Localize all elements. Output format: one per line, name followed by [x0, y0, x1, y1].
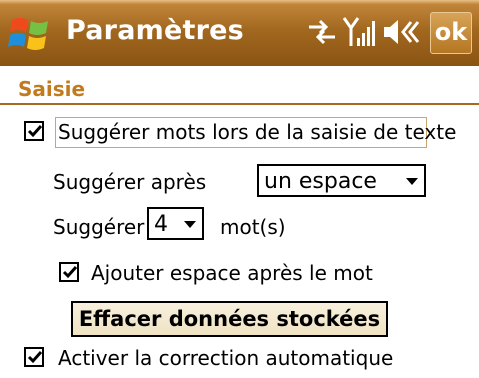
suggest-words-label[interactable]: Suggérer mots lors de la saisie de texte [58, 120, 456, 144]
title-bar: Paramètres ok [0, 0, 479, 66]
suggest-words-checkbox[interactable] [24, 121, 44, 141]
chevron-down-icon [406, 178, 418, 185]
clear-stored-data-button[interactable]: Effacer données stockées [71, 301, 388, 337]
suggest-count-dropdown[interactable]: 4 [147, 207, 204, 240]
check-icon [27, 125, 43, 138]
auto-correct-label[interactable]: Activer la correction automatique [58, 346, 393, 370]
ok-button[interactable]: ok [430, 12, 472, 54]
signal-icon[interactable] [342, 14, 376, 54]
suggest-after-dropdown[interactable]: un espace [257, 164, 426, 197]
section-title: Saisie [18, 77, 86, 101]
check-icon [62, 266, 78, 279]
windows-start-icon[interactable] [8, 10, 54, 56]
volume-mute-icon[interactable] [381, 14, 421, 54]
suggest-count-unit: mot(s) [220, 215, 286, 239]
add-space-label[interactable]: Ajouter espace après le mot [91, 261, 373, 285]
app-title: Paramètres [66, 15, 244, 46]
suggest-count-label: Suggérer [53, 215, 145, 239]
connectivity-icon[interactable] [306, 14, 338, 54]
chevron-down-icon [184, 221, 196, 228]
suggest-count-value: 4 [154, 212, 168, 237]
add-space-checkbox[interactable] [59, 262, 79, 282]
check-icon [27, 351, 43, 364]
suggest-after-value: un espace [264, 169, 377, 194]
section-divider [0, 103, 479, 105]
suggest-after-label: Suggérer après [53, 170, 207, 194]
auto-correct-checkbox[interactable] [24, 347, 44, 367]
title-bar-highlight [0, 0, 479, 4]
